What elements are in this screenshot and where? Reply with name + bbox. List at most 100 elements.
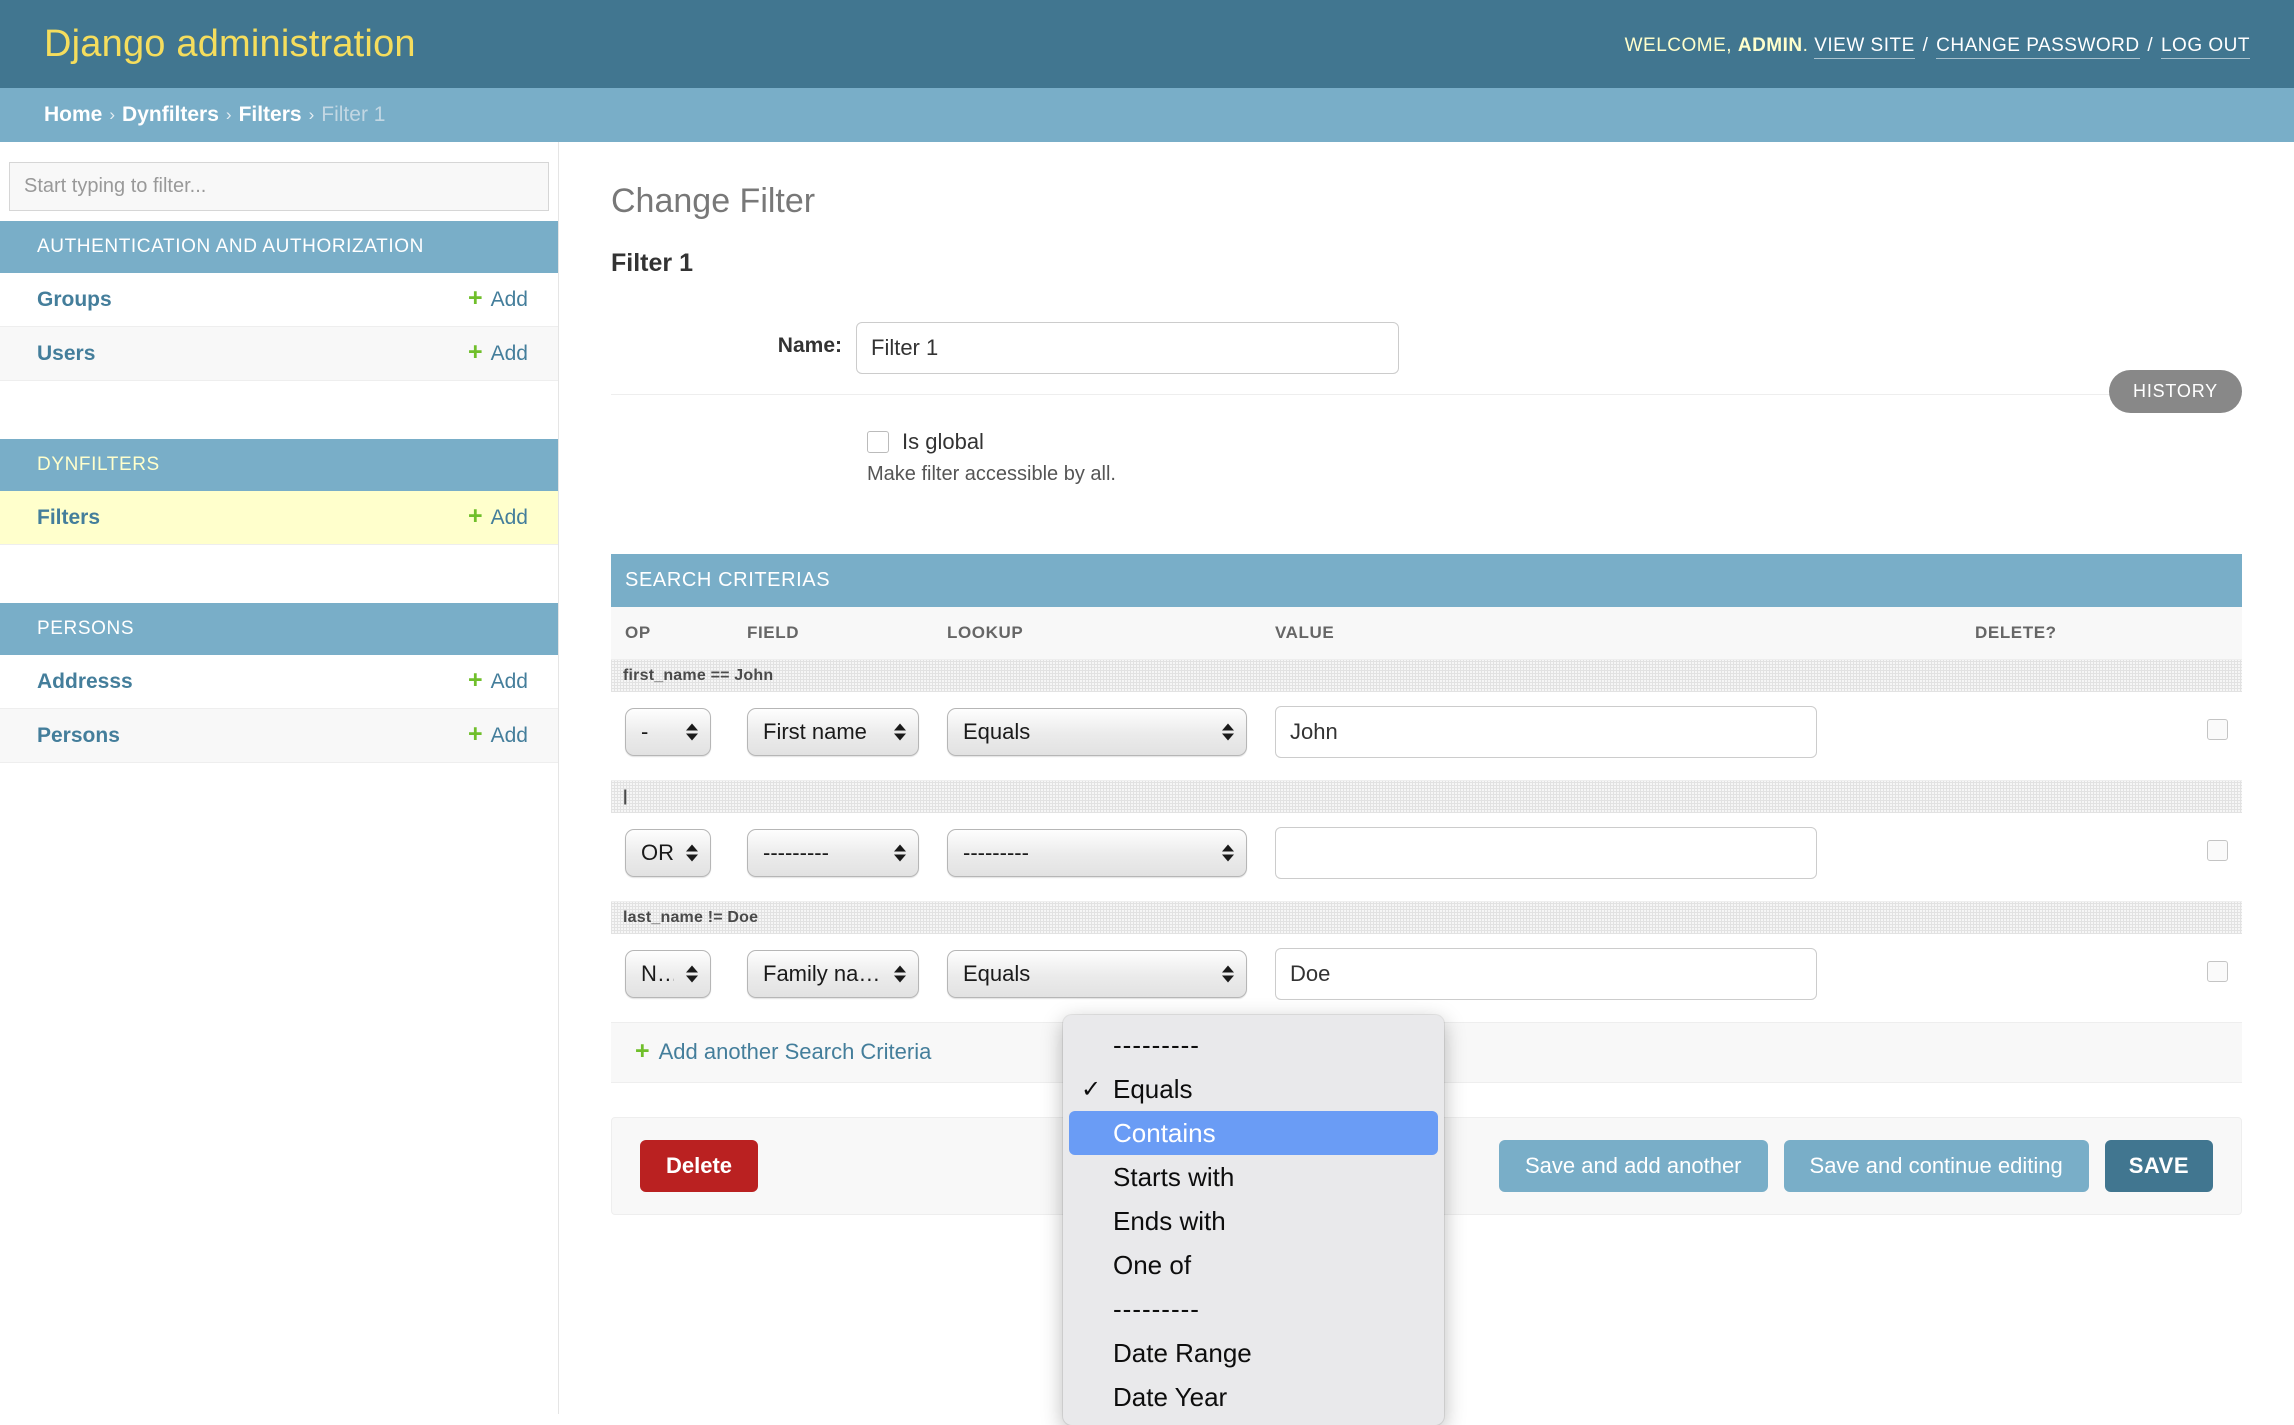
table-head: OP FIELD LOOKUP VALUE DELETE? [611, 607, 2242, 660]
plus-icon: + [468, 666, 483, 694]
column-header-lookup: LOOKUP [933, 607, 1261, 660]
dropdown-option-label: Starts with [1113, 1161, 1235, 1192]
chevron-updown-icon [894, 965, 906, 983]
op-select-0[interactable]: - [625, 708, 711, 756]
check-icon: ✓ [1081, 1075, 1102, 1103]
dropdown-option-label: --------- [1113, 1029, 1200, 1060]
add-another-search-criteria-link[interactable]: + Add another Search Criteria [635, 1036, 932, 1065]
add-label: Add [490, 287, 528, 311]
plus-icon: + [635, 1036, 650, 1065]
breadcrumb-separator: › [308, 105, 315, 124]
sidebar-item-filters[interactable]: Filters + Add [0, 491, 558, 545]
nav-module-caption-auth[interactable]: AUTHENTICATION AND AUTHORIZATION [0, 221, 558, 273]
sidebar-link-groups[interactable]: Groups [37, 288, 112, 312]
op-select-2[interactable]: NOT [625, 950, 711, 998]
filter-fieldset: Name: Is global Make filter accessible b… [611, 304, 2242, 508]
field-select-1[interactable]: --------- [747, 829, 919, 877]
sidebar-link-users[interactable]: Users [37, 342, 95, 366]
sidebar-add-persons[interactable]: + Add [468, 722, 528, 748]
log-out-link[interactable]: LOG OUT [2160, 35, 2250, 59]
dropdown-option-starts-with[interactable]: Starts with [1069, 1155, 1438, 1199]
lookup-dropdown-popup[interactable]: --------- ✓ Equals Contains Starts with … [1063, 1015, 1444, 1425]
lookup-select-0[interactable]: Equals [947, 708, 1247, 756]
form-row-name: Name: [611, 304, 2242, 395]
field-select-0[interactable]: First name [747, 708, 919, 756]
sidebar-add-users[interactable]: + Add [468, 340, 528, 366]
lookup-select-1[interactable]: --------- [947, 829, 1247, 877]
cell-lookup-1: --------- [933, 813, 1261, 902]
branding: Django administration [44, 23, 416, 66]
cell-value-1 [1261, 813, 1961, 902]
sidebar-add-addresss[interactable]: + Add [468, 666, 528, 694]
sidebar-add-groups[interactable]: + Add [468, 284, 528, 312]
dropdown-option-contains[interactable]: Contains [1069, 1111, 1438, 1155]
dropdown-option-date-year[interactable]: Date Year [1069, 1375, 1438, 1419]
add-another-label: Add another Search Criteria [658, 1039, 932, 1064]
change-password-link[interactable]: CHANGE PASSWORD [1936, 35, 2140, 59]
sidebar-item-groups[interactable]: Groups + Add [0, 273, 558, 327]
value-input-0[interactable] [1275, 706, 1817, 758]
breadcrumb-home[interactable]: Home [44, 103, 102, 127]
column-header-delete: DELETE? [1961, 607, 2242, 660]
dropdown-option-equals[interactable]: ✓ Equals [1069, 1067, 1438, 1111]
dropdown-option-date-range[interactable]: Date Range [1069, 1331, 1438, 1375]
user-tools: WELCOME, ADMIN. VIEW SITE / CHANGE PASSW… [1625, 31, 2250, 59]
delete-checkbox-2[interactable] [2207, 960, 2228, 982]
is-global-label[interactable]: Is global [902, 429, 984, 455]
delete-checkbox-0[interactable] [2207, 718, 2228, 740]
site-title[interactable]: Django administration [44, 23, 416, 66]
dropdown-option-ends-with[interactable]: Ends with [1069, 1199, 1438, 1243]
criteria-label-cell: first_name == John [611, 660, 2242, 693]
save-button[interactable]: SAVE [2104, 1139, 2213, 1192]
breadcrumb-dynfilters[interactable]: Dynfilters [122, 103, 219, 127]
sidebar-item-persons[interactable]: Persons + Add [0, 709, 558, 763]
field-select-2[interactable]: Family name [747, 950, 919, 998]
plus-icon: + [468, 284, 483, 312]
sidebar-filter-input[interactable] [9, 162, 549, 211]
breadcrumb-filters[interactable]: Filters [239, 103, 302, 127]
chevron-updown-icon [686, 723, 698, 741]
criteria-label-row: first_name == John [611, 660, 2242, 693]
dropdown-option-one-of[interactable]: One of [1069, 1243, 1438, 1287]
field-select-value-0: First name [763, 719, 867, 744]
delete-button[interactable]: Delete [640, 1139, 759, 1192]
cell-delete-2 [1961, 934, 2242, 1023]
view-site-link[interactable]: VIEW SITE [1814, 35, 1915, 59]
name-input[interactable] [856, 322, 1399, 374]
op-select-1[interactable]: OR [625, 829, 711, 877]
is-global-checkbox-row[interactable]: Is global [856, 413, 2242, 455]
link-separator-1: / [1922, 35, 1929, 56]
value-input-2[interactable] [1275, 948, 1817, 1000]
lookup-select-2[interactable]: Equals [947, 950, 1247, 998]
sidebar-item-users[interactable]: Users + Add [0, 327, 558, 381]
delete-checkbox-1[interactable] [2207, 839, 2228, 861]
save-and-add-another-button[interactable]: Save and add another [1499, 1139, 1768, 1192]
column-header-op: OP [611, 607, 733, 660]
chevron-updown-icon [1222, 844, 1234, 862]
sidebar-link-addresss[interactable]: Addresss [37, 670, 133, 694]
page-header: Django administration WELCOME, ADMIN. VI… [0, 0, 2294, 88]
sidebar-link-filters[interactable]: Filters [37, 506, 100, 530]
nav-sidebar: AUTHENTICATION AND AUTHORIZATION Groups … [0, 142, 559, 1414]
dropdown-option-separator-top[interactable]: --------- [1069, 1023, 1438, 1067]
save-and-continue-editing-button[interactable]: Save and continue editing [1783, 1139, 2089, 1192]
sidebar-add-filters[interactable]: + Add [468, 502, 528, 530]
cell-field-2: Family name [733, 934, 933, 1023]
nav-module-caption-persons[interactable]: PERSONS [0, 603, 558, 655]
history-button[interactable]: HISTORY [2109, 370, 2242, 413]
sidebar-link-persons[interactable]: Persons [37, 724, 120, 748]
nav-module-caption-dynfilters[interactable]: DYNFILTERS [0, 439, 558, 491]
plus-icon: + [468, 502, 483, 530]
object-tools: HISTORY [2109, 370, 2242, 413]
dropdown-option-label: Equals [1113, 1073, 1193, 1104]
cell-op-1: OR [611, 813, 733, 902]
sidebar-item-addresss[interactable]: Addresss + Add [0, 655, 558, 709]
column-header-value: VALUE [1261, 607, 1961, 660]
value-input-1[interactable] [1275, 827, 1817, 879]
criteria-label-row: | [611, 781, 2242, 814]
cell-field-1: --------- [733, 813, 933, 902]
is-global-checkbox[interactable] [867, 431, 889, 453]
dropdown-option-separator-bottom[interactable]: --------- [1069, 1287, 1438, 1331]
breadcrumb: Home › Dynfilters › Filters › Filter 1 [0, 88, 2294, 142]
is-global-help-text: Make filter accessible by all. [867, 463, 1116, 485]
